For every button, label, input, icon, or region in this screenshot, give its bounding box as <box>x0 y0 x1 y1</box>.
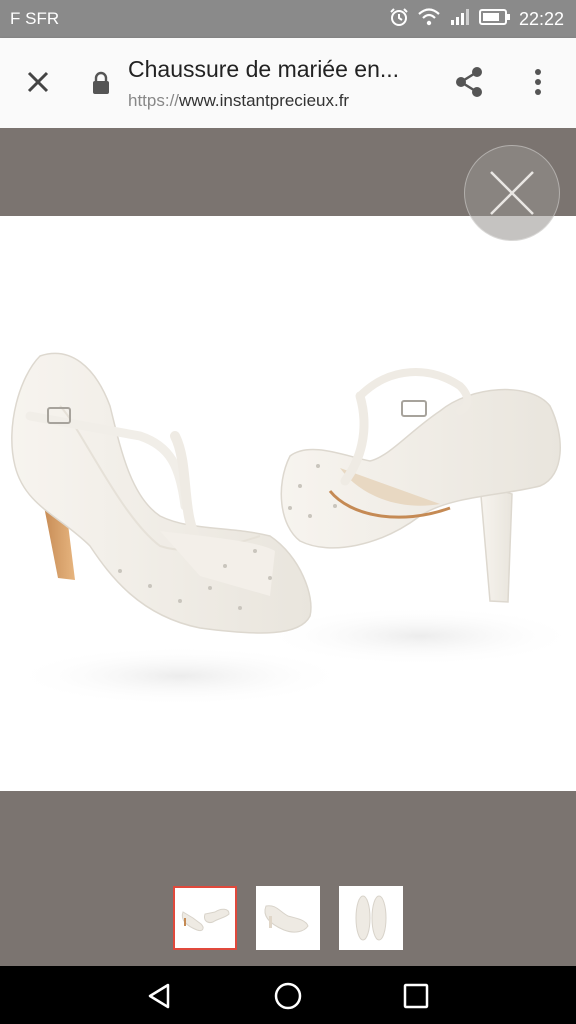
back-icon <box>148 983 170 1009</box>
close-viewer-button[interactable] <box>464 145 560 241</box>
thumbnail-shoe-top <box>355 895 387 941</box>
recents-icon <box>403 983 429 1009</box>
wifi-icon <box>417 7 441 32</box>
page-title: Chaussure de mariée en... <box>128 56 400 82</box>
back-button[interactable] <box>142 978 178 1014</box>
bridal-shoes-illustration <box>10 352 576 706</box>
recents-button[interactable] <box>398 978 434 1014</box>
product-image[interactable] <box>0 216 576 791</box>
clock: 22:22 <box>518 9 564 29</box>
share-button[interactable] <box>452 64 488 100</box>
thumbnail-strip <box>0 884 576 952</box>
alarm-icon <box>389 7 409 32</box>
home-button[interactable] <box>270 978 306 1014</box>
battery-icon <box>478 8 511 31</box>
home-icon <box>274 982 302 1010</box>
browser-toolbar: Chaussure de mariée en... https://www.in… <box>0 38 576 128</box>
thumbnail-3[interactable] <box>339 886 403 950</box>
close-icon <box>27 71 49 93</box>
page-url: https://www.instantprecieux.fr <box>128 91 349 111</box>
close-icon <box>490 171 534 215</box>
lock-icon <box>91 71 111 95</box>
thumbnail-shoe-pair <box>181 908 230 931</box>
thumbnail-2[interactable] <box>256 886 320 950</box>
url-host: www.instantprecieux.fr <box>179 91 350 110</box>
status-bar: F SFR 22:22 <box>0 0 576 38</box>
more-options-button[interactable] <box>526 64 550 100</box>
more-vert-icon <box>535 69 541 95</box>
share-icon <box>456 67 482 97</box>
url-scheme: https:// <box>128 91 180 110</box>
thumbnail-shoe-side <box>264 905 309 933</box>
close-tab-button[interactable] <box>20 64 56 100</box>
carrier-label: F SFR <box>10 9 60 28</box>
navigation-bar <box>0 966 576 1024</box>
signal-icon <box>449 7 471 32</box>
thumbnail-1[interactable] <box>173 886 237 950</box>
